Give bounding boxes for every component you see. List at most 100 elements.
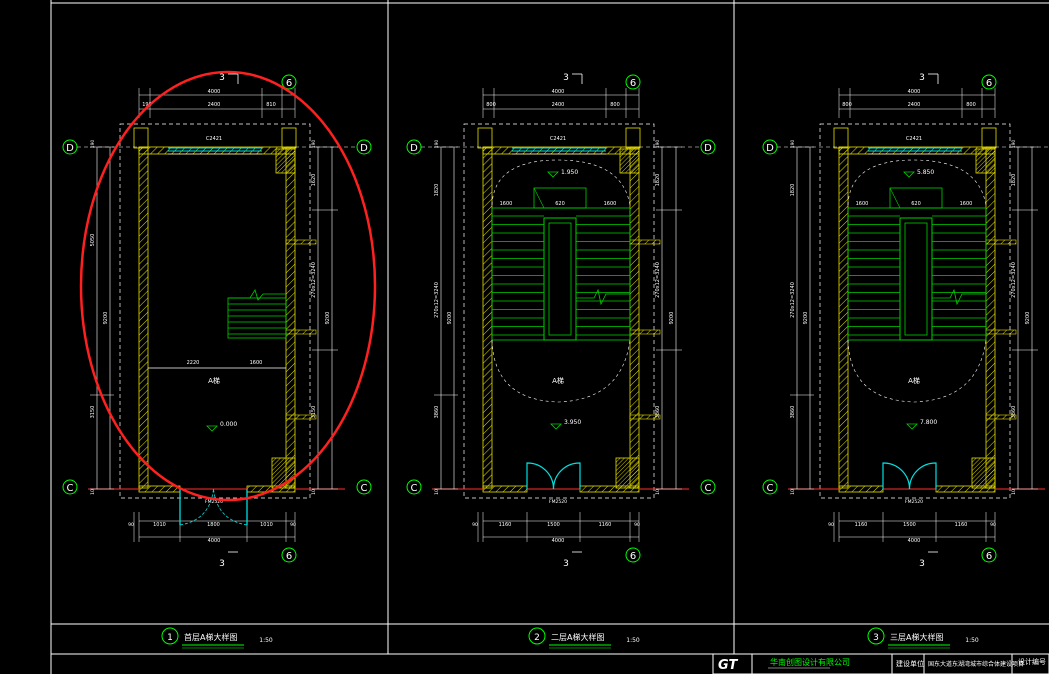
wall-left bbox=[838, 146, 849, 489]
dim-left-overall-text: 9200 bbox=[103, 312, 109, 325]
flight-dim-right: 1600 bbox=[960, 201, 973, 207]
dim-left-upper-text: 1820 bbox=[790, 184, 796, 197]
sheet-frame bbox=[50, 0, 1049, 674]
grid-bubble-c-right-label: C bbox=[705, 483, 712, 494]
company-logo: GT bbox=[718, 658, 738, 673]
title-text: 三层A梯大样图 bbox=[890, 632, 943, 642]
dim-bottom-middle-text: 1500 bbox=[903, 522, 916, 528]
grid-bubble-c-left-label: C bbox=[767, 483, 774, 494]
level-text: 0.000 bbox=[220, 421, 237, 428]
dim-left-bottom-edge-text: 10 bbox=[790, 489, 796, 495]
plan-2: C2421 D D C C 6 6 3 3 4000 800 2400 800 1160 1500 1160 4… bbox=[406, 73, 716, 649]
cad-drawing-canvas[interactable]: C2421D DC C66334000190 2400 8101010 1800 10104… bbox=[0, 0, 1049, 674]
project-label: 建设单位 bbox=[896, 659, 924, 668]
dim-right-overall-text: 9200 bbox=[669, 312, 675, 325]
wall-left bbox=[482, 146, 493, 489]
section-mark-bottom: 3 bbox=[219, 559, 225, 569]
dim-right-upper-text: 1620 bbox=[311, 174, 317, 187]
dim-bottom-overall-text: 4000 bbox=[552, 538, 565, 544]
door-swing-right bbox=[213, 488, 248, 526]
drawing-title: 2 二层A梯大样图 1:50 bbox=[528, 627, 640, 649]
title-text: 二层A梯大样图 bbox=[551, 632, 604, 642]
wall-bottom-left bbox=[138, 485, 181, 493]
level-marker bbox=[550, 423, 562, 430]
dim-left-bottom-edge-text: 10 bbox=[434, 489, 440, 495]
dim-top-right-text: 800 bbox=[610, 102, 620, 108]
stair-well-inner bbox=[548, 222, 572, 336]
stair-top-landing-diag bbox=[533, 187, 545, 209]
window-tag: C2421 bbox=[550, 136, 566, 142]
dim-bottom-right-text: 1160 bbox=[955, 522, 968, 528]
company-name: 华南创图设计有限公司 bbox=[770, 657, 850, 667]
column-bottom-right bbox=[615, 457, 640, 489]
dim-left-top-edge-text: 190 bbox=[434, 140, 440, 149]
drawing-title: 1 首层A梯大样图 1:50 bbox=[161, 627, 273, 649]
title-scale: 1:50 bbox=[259, 637, 273, 644]
title-number: 3 bbox=[873, 633, 879, 643]
dim-bottom-left-text: 1010 bbox=[153, 522, 166, 528]
dim-bottom-edge-left-text: 90 bbox=[472, 522, 478, 528]
dim-right-bottom-edge-text: 10 bbox=[311, 489, 317, 495]
wall-bracket-1 bbox=[985, 329, 1017, 335]
column-top-right bbox=[275, 148, 296, 174]
dim-right-top-edge-text: 190 bbox=[311, 140, 317, 149]
landing-arc-bottom bbox=[491, 339, 631, 403]
grid-bubble-c-left-label: C bbox=[411, 483, 418, 494]
wall-right bbox=[985, 146, 996, 489]
window-tag: C2421 bbox=[206, 136, 222, 142]
design-no-label: 设计编号 bbox=[1018, 657, 1046, 666]
grid-bubble-6-top-label: 6 bbox=[286, 78, 292, 89]
title-text: 首层A梯大样图 bbox=[184, 632, 237, 642]
dim-bottom-right-text: 1160 bbox=[599, 522, 612, 528]
dim-top-middle-text: 2400 bbox=[208, 102, 221, 108]
outline-dashed bbox=[463, 123, 655, 499]
column-top-right bbox=[975, 148, 996, 174]
door-left bbox=[882, 462, 911, 490]
stair-outline bbox=[491, 207, 631, 341]
dim-bottom-overall-text: 4000 bbox=[908, 538, 921, 544]
project-name: 国东大道东湖湾城市综合体建设项目 bbox=[928, 660, 1024, 668]
drawing-title: 3 三层A梯大样图 1:50 bbox=[867, 627, 979, 649]
dim-left-top-edge-text: 190 bbox=[90, 140, 96, 149]
dim-left-upper-text: 1820 bbox=[434, 184, 440, 197]
door-right bbox=[552, 462, 581, 490]
dim-left-bottom-edge-text: 10 bbox=[90, 489, 96, 495]
wall-bracket-0 bbox=[285, 239, 317, 245]
level-marker bbox=[206, 425, 218, 432]
dim-left-top-edge-text: 190 bbox=[790, 140, 796, 149]
wall-right bbox=[285, 146, 296, 489]
grid-bubble-6-bottom-label: 6 bbox=[986, 551, 992, 562]
upper-level-marker bbox=[903, 171, 915, 178]
title-number: 2 bbox=[534, 633, 540, 643]
dim-left-middle-text: 270x12=3240 bbox=[434, 282, 440, 318]
stair-top-landing-diag bbox=[889, 187, 901, 209]
grid-bubble-6-top-label: 6 bbox=[630, 78, 636, 89]
door-tag: FM2520 bbox=[549, 499, 567, 505]
dim-left-overall-text: 9200 bbox=[803, 312, 809, 325]
dim-top-left-text: 800 bbox=[842, 102, 852, 108]
dim-left-middle-text: 270x12=3240 bbox=[790, 282, 796, 318]
pier-top-right bbox=[625, 127, 641, 149]
flight-dim-right: 1600 bbox=[604, 201, 617, 207]
outline-dashed bbox=[819, 123, 1011, 499]
dim-bottom-edge-right-text: 90 bbox=[290, 522, 296, 528]
window-tag: C2421 bbox=[906, 136, 922, 142]
pier-top-left bbox=[133, 127, 149, 149]
upper-level-text: 5.850 bbox=[917, 169, 934, 176]
dim-left-overall-text: 9200 bbox=[447, 312, 453, 325]
landing-arc-bottom bbox=[847, 339, 987, 403]
plans-layer: C2421D DC C66334000190 2400 8101010 1800 10104… bbox=[62, 73, 1049, 649]
dim-right-top-edge-text: 190 bbox=[1011, 140, 1017, 149]
dim-right-middle-text: 270x12=3240 bbox=[1011, 262, 1017, 298]
pier-top-left bbox=[833, 127, 849, 149]
level-text: 7.800 bbox=[920, 419, 937, 426]
title-scale: 1:50 bbox=[626, 637, 640, 644]
dim-bottom-edge-right-text: 90 bbox=[634, 522, 640, 528]
break-line bbox=[228, 289, 286, 301]
dim-right-middle-text: 270x12=3240 bbox=[311, 262, 317, 298]
door-left bbox=[526, 462, 555, 490]
section-mark-top: 3 bbox=[219, 73, 225, 83]
dim-left-lower-text: 3860 bbox=[434, 406, 440, 419]
dim-bottom-right-text: 1010 bbox=[260, 522, 273, 528]
title-block: GT 华南创图设计有限公司 建设单位 国东大道东湖湾城市综合体建设项目 设计编号 bbox=[712, 653, 1049, 674]
